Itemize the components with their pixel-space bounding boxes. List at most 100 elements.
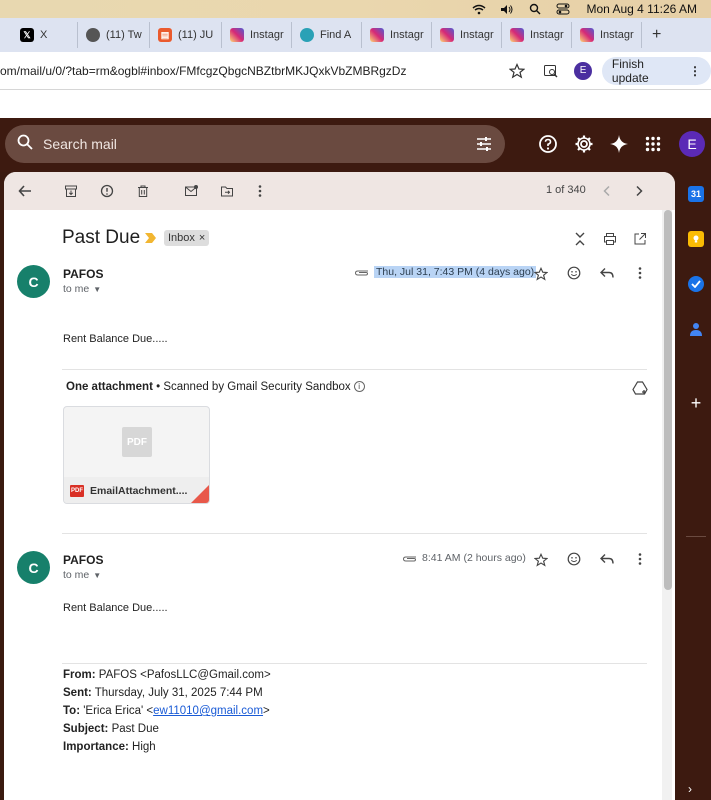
older-chevron-icon[interactable] (630, 182, 648, 200)
reply-icon[interactable] (598, 550, 616, 568)
subject-label: Subject: (63, 723, 109, 735)
from-label: From: (63, 669, 96, 681)
star-icon[interactable] (532, 265, 550, 283)
print-icon[interactable] (601, 230, 619, 248)
contacts-icon[interactable] (688, 321, 704, 337)
tab-label: X (40, 29, 48, 41)
mark-unread-icon[interactable] (182, 182, 200, 200)
recipient-details-caret-icon[interactable]: ▼ (93, 285, 101, 294)
browser-tab[interactable]: ▤ (11) JU (150, 22, 222, 48)
more-options-icon[interactable] (251, 182, 269, 200)
control-center-icon[interactable] (556, 3, 570, 15)
sender-avatar[interactable]: C (17, 265, 50, 298)
message-date[interactable]: Thu, Jul 31, 7:43 PM (4 days ago) (374, 266, 537, 278)
tab-label: Find A (320, 29, 352, 41)
side-panel-divider (686, 536, 706, 537)
tab-label: Instagr (390, 29, 424, 41)
wifi-icon[interactable] (472, 3, 486, 15)
recipient-summary[interactable]: to me ▼ (63, 283, 101, 295)
account-avatar[interactable]: E (679, 131, 705, 157)
sandbox-scan-note: • Scanned by Gmail Security Sandbox (152, 381, 351, 393)
tab-label: Instagr (530, 29, 564, 41)
add-to-drive-icon[interactable] (632, 380, 648, 396)
gemini-sparkle-icon[interactable] (607, 132, 631, 156)
recipient-summary[interactable]: to me ▼ (63, 569, 101, 581)
browser-menu-icon[interactable]: ⋮ (689, 64, 701, 78)
finish-update-button[interactable]: Finish update ⋮ (601, 56, 711, 85)
new-tab-button[interactable]: + (642, 22, 671, 48)
keep-icon[interactable] (688, 231, 704, 247)
to-label: To: (63, 705, 81, 717)
search-input[interactable]: Search mail (5, 125, 505, 163)
quoted-subject-line: Subject: Past Due (63, 723, 159, 735)
report-spam-icon[interactable] (98, 182, 116, 200)
lens-search-icon[interactable] (542, 62, 560, 80)
importance-marker-icon[interactable] (144, 232, 158, 244)
browser-tab[interactable]: (11) Tw (78, 22, 150, 48)
message-more-icon[interactable] (631, 264, 649, 282)
star-icon[interactable] (532, 551, 550, 569)
collapse-all-icon[interactable] (571, 230, 589, 248)
tasks-icon[interactable] (688, 276, 704, 292)
browser-tab[interactable]: Instagr (572, 22, 642, 48)
browser-tab[interactable]: 𝕏 X (0, 22, 78, 48)
importance-value: High (128, 741, 156, 753)
volume-icon[interactable] (500, 3, 514, 15)
tab-label: Instagr (600, 29, 634, 41)
reply-icon[interactable] (598, 264, 616, 282)
settings-gear-icon[interactable] (572, 132, 596, 156)
recipient-text: to me (63, 283, 90, 295)
sender-name[interactable]: PAFOS (63, 553, 103, 567)
browser-tab[interactable]: Instagr (432, 22, 502, 48)
search-options-icon[interactable] (475, 135, 493, 158)
sent-value: Thursday, July 31, 2025 7:44 PM (91, 687, 263, 699)
quoted-from-line: From: PAFOS <PafosLLC@Gmail.com> (63, 669, 271, 681)
expand-side-panel-icon[interactable]: › (688, 782, 692, 796)
url-field[interactable]: om/mail/u/0/?tab=rm&ogbl#inbox/FMfcgzQbg… (0, 64, 495, 78)
pagination-count: 1 of 340 (546, 184, 586, 196)
sender-avatar[interactable]: C (17, 551, 50, 584)
info-icon[interactable]: i (353, 381, 365, 393)
menu-bar-clock[interactable]: Mon Aug 4 11:26 AM (586, 2, 697, 16)
tab-label: (11) Tw (106, 29, 142, 41)
instagram-icon (440, 28, 454, 42)
recipient-details-caret-icon[interactable]: ▼ (93, 571, 101, 580)
message-body: Rent Balance Due..... (63, 333, 168, 345)
spotlight-search-icon[interactable] (528, 3, 542, 15)
move-to-icon[interactable] (218, 182, 236, 200)
tab-label: Instagr (250, 29, 284, 41)
back-arrow-icon[interactable] (16, 182, 34, 200)
google-apps-icon[interactable] (641, 132, 665, 156)
help-icon[interactable] (536, 132, 560, 156)
instagram-icon (370, 28, 384, 42)
remove-label-icon[interactable]: × (199, 232, 205, 244)
browser-tab[interactable]: Instagr (222, 22, 292, 48)
to-email-link[interactable]: ew11010@gmail.com (153, 705, 263, 717)
bookmark-star-icon[interactable] (509, 62, 527, 80)
from-value: PAFOS <PafosLLC@Gmail.com> (95, 669, 271, 681)
browser-profile-avatar[interactable]: E (574, 61, 592, 80)
message-more-icon[interactable] (631, 550, 649, 568)
browser-tab[interactable]: Instagr (502, 22, 572, 48)
newer-chevron-icon[interactable] (598, 182, 616, 200)
sender-name[interactable]: PAFOS (63, 267, 103, 281)
attachment-card[interactable]: PDF PDF EmailAttachment.... (63, 406, 210, 504)
search-icon (17, 134, 33, 155)
open-new-window-icon[interactable] (631, 230, 649, 248)
instagram-icon (510, 28, 524, 42)
attachment-filename: EmailAttachment.... (90, 485, 188, 497)
browser-tab[interactable]: Instagr (362, 22, 432, 48)
calendar-icon[interactable]: 31 (688, 186, 704, 202)
label-chip-text: Inbox (168, 232, 195, 244)
add-addon-icon[interactable]: + (688, 393, 704, 413)
macos-menu-bar: Mon Aug 4 11:26 AM (0, 0, 711, 18)
inbox-label-chip[interactable]: Inbox × (164, 230, 210, 246)
emoji-reaction-icon[interactable] (565, 264, 583, 282)
delete-icon[interactable] (134, 182, 152, 200)
archive-icon[interactable] (62, 182, 80, 200)
message-date[interactable]: 8:41 AM (2 hours ago) (422, 552, 526, 564)
tab-label: (11) JU (178, 29, 214, 41)
browser-tab[interactable]: Find A (292, 22, 362, 48)
emoji-reaction-icon[interactable] (565, 550, 583, 568)
scrollbar-thumb[interactable] (664, 210, 672, 590)
